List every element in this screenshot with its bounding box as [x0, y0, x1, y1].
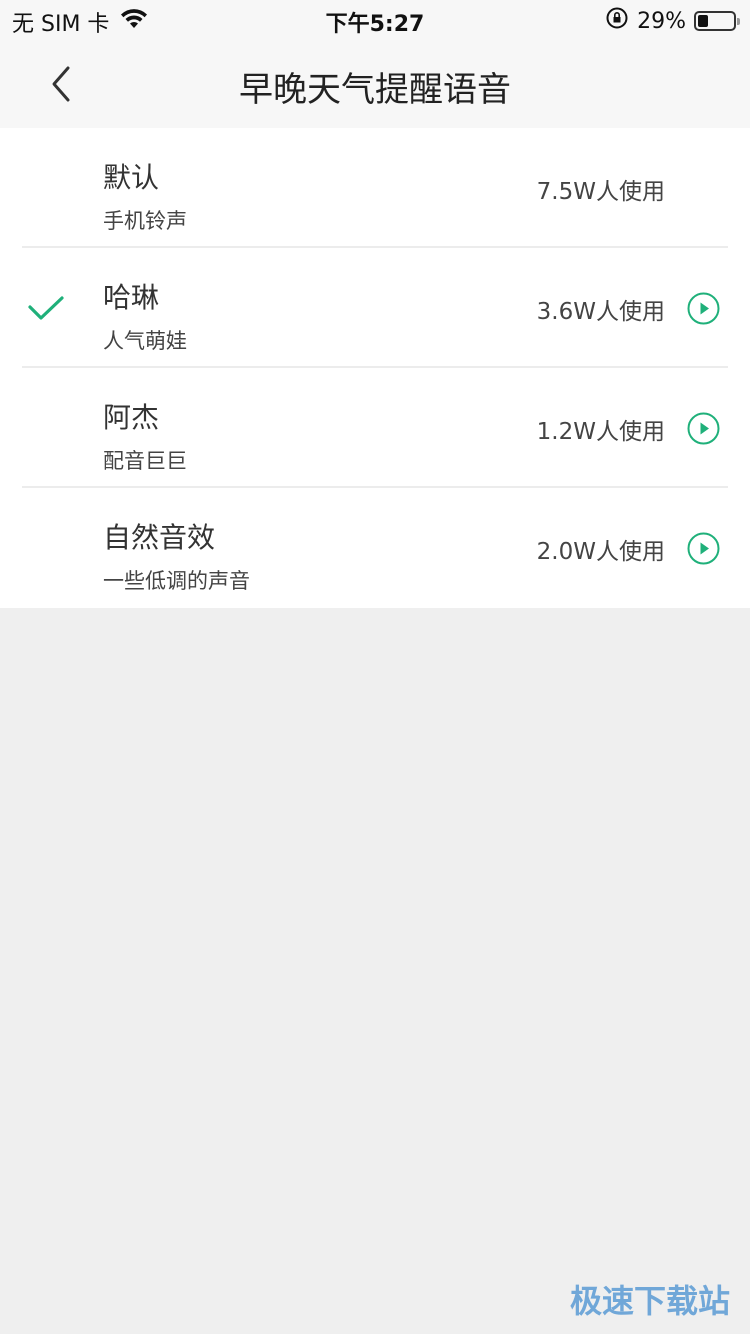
checkmark-icon: [28, 296, 64, 320]
voice-item[interactable]: 自然音效 一些低调的声音 2.0W人使用: [0, 488, 750, 608]
voice-name: 阿杰: [103, 401, 160, 434]
voice-item[interactable]: 阿杰 配音巨巨 1.2W人使用: [0, 368, 750, 488]
play-icon[interactable]: [687, 532, 720, 565]
voice-subtitle: 手机铃声: [103, 209, 187, 233]
voice-item[interactable]: 默认 手机铃声 7.5W人使用: [0, 128, 750, 248]
voice-list: 默认 手机铃声 7.5W人使用 哈琳 人气萌娃 3.6W人使用 阿杰 配音巨巨 …: [0, 128, 750, 608]
voice-name: 自然音效: [103, 521, 216, 554]
voice-subtitle: 人气萌娃: [103, 329, 187, 353]
usage-count: 3.6W人使用: [536, 299, 665, 325]
page-title: 早晚天气提醒语音: [239, 70, 511, 110]
battery-percent: 29%: [637, 8, 686, 34]
voice-item[interactable]: 哈琳 人气萌娃 3.6W人使用: [0, 248, 750, 368]
status-right: 29%: [605, 6, 740, 36]
voice-subtitle: 一些低调的声音: [103, 569, 250, 593]
usage-count: 1.2W人使用: [536, 419, 665, 445]
status-bar: 无 SIM 卡 下午5:27 29%: [0, 0, 750, 40]
voice-name: 默认: [103, 161, 160, 194]
voice-name: 哈琳: [103, 281, 160, 314]
play-icon[interactable]: [687, 412, 720, 445]
usage-count: 2.0W人使用: [536, 539, 665, 565]
nav-bar: 早晚天气提醒语音: [0, 40, 750, 128]
battery-icon: [694, 11, 740, 31]
orientation-lock-icon: [605, 6, 629, 36]
watermark: 极速下载站: [569, 1282, 730, 1320]
usage-count: 7.5W人使用: [536, 179, 665, 205]
battery-level: [698, 15, 708, 27]
voice-subtitle: 配音巨巨: [103, 449, 187, 473]
play-icon[interactable]: [687, 292, 720, 325]
